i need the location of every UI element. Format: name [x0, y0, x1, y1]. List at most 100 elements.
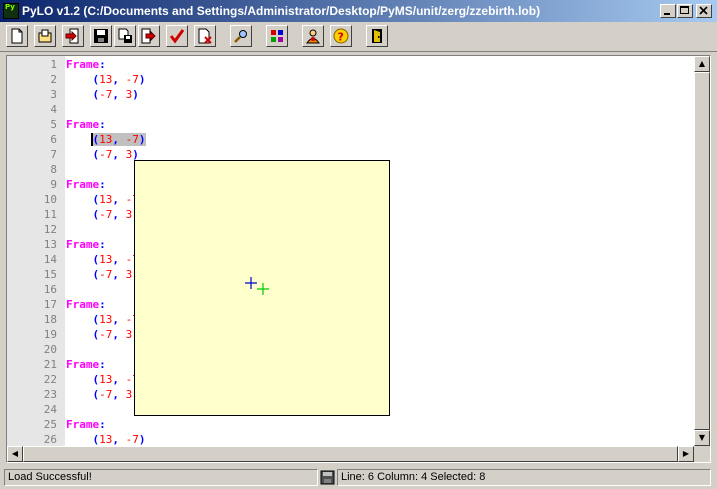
status-message: Load Successful! — [4, 469, 318, 486]
line-number: 23 — [43, 388, 57, 401]
code-token: -7 — [99, 268, 113, 281]
code-token: ) — [132, 88, 139, 101]
code-text: Frame: — [66, 117, 106, 132]
new-icon — [11, 28, 23, 44]
maximize-button[interactable] — [677, 4, 693, 18]
code-token: Frame — [66, 238, 100, 251]
line-number: 7 — [50, 148, 57, 161]
check-icon — [169, 29, 185, 44]
line-number: 21 — [43, 358, 57, 371]
code-token: , — [112, 433, 126, 446]
code-token: -7 — [125, 133, 139, 146]
maximize-icon — [680, 6, 689, 14]
horizontal-scroll-thumb[interactable] — [23, 446, 678, 462]
overlay-markers — [245, 277, 269, 295]
help-people-button[interactable] — [302, 25, 324, 47]
close-button[interactable] — [696, 4, 712, 18]
help-button[interactable]: ? — [330, 25, 352, 47]
code-token: ( — [66, 313, 100, 326]
code-text: (-7, 3) — [66, 387, 138, 402]
code-token: 13 — [99, 253, 113, 266]
line-number: 20 — [43, 343, 57, 356]
arrow-right-icon: ▶ — [682, 449, 690, 458]
code-token: , — [112, 328, 126, 341]
scrollbar-corner — [694, 446, 710, 462]
code-token: : — [99, 118, 106, 131]
save-as-button[interactable] — [114, 25, 136, 47]
code-text: Frame: — [66, 237, 106, 252]
line-number: 15 — [43, 268, 57, 281]
cursor-position-status: Line: 6 Column: 4 Selected: 8 — [337, 469, 711, 486]
close-file-button[interactable] — [194, 25, 216, 47]
color-grid-icon — [271, 30, 283, 42]
code-text: Frame: — [66, 177, 106, 192]
find-button[interactable] — [230, 25, 252, 47]
code-text: (-7, 3) — [66, 207, 138, 222]
code-token: ( — [66, 193, 100, 206]
export-button[interactable] — [138, 25, 160, 47]
open-icon — [38, 29, 52, 43]
line-number: 16 — [43, 283, 57, 296]
code-token: Frame — [66, 58, 100, 71]
line-number: 26 — [43, 433, 57, 446]
code-token: ( — [66, 388, 100, 401]
code-token: , — [112, 148, 126, 161]
line-number: 1 — [50, 58, 57, 71]
code-token: ) — [138, 433, 146, 446]
code-token: , — [112, 313, 126, 326]
code-text: (-7, 3) — [66, 267, 138, 282]
export-icon — [141, 28, 156, 44]
check-button[interactable] — [166, 25, 188, 47]
minimize-button[interactable] — [660, 4, 676, 18]
new-button[interactable] — [6, 25, 28, 47]
scroll-up-button[interactable]: ▲ — [694, 56, 710, 72]
code-token: ( — [66, 373, 100, 386]
code-token: ( — [90, 133, 100, 146]
save-as-icon — [118, 28, 132, 43]
app-icon[interactable]: Py — [3, 3, 19, 19]
save-button[interactable] — [90, 25, 112, 47]
arrow-left-icon: ◀ — [11, 449, 19, 458]
code-token: , — [112, 73, 126, 86]
vertical-scrollbar[interactable]: ▲ ▼ — [694, 56, 710, 446]
code-text: (-7, 3) — [66, 87, 139, 102]
code-token: 13 — [99, 373, 113, 386]
vertical-scroll-thumb[interactable] — [694, 72, 710, 430]
code-text: (13, -7) — [66, 72, 146, 87]
code-token: ) — [138, 73, 146, 86]
code-line: 6 (13, -7) — [7, 132, 707, 147]
code-token: ( — [66, 328, 100, 341]
code-text: Frame: — [66, 417, 106, 432]
code-token: ( — [66, 73, 100, 86]
window-title: PyLO v1.2 (C:/Documents and Settings/Adm… — [22, 4, 541, 18]
app-icon-text: Py — [5, 3, 15, 11]
save-icon — [94, 29, 108, 43]
line-number: 18 — [43, 313, 57, 326]
exit-button[interactable] — [366, 25, 388, 47]
toolbar: ? — [0, 22, 717, 52]
code-token: Frame — [66, 358, 100, 371]
line-number: 10 — [43, 193, 57, 206]
code-text: (-7, 3) — [66, 327, 138, 342]
code-token: 13 — [99, 433, 113, 446]
origin-marker — [245, 277, 257, 289]
scroll-down-button[interactable]: ▼ — [694, 430, 710, 446]
code-token: 13 — [99, 313, 113, 326]
line-number: 8 — [50, 163, 57, 176]
import-button[interactable] — [62, 25, 84, 47]
svg-text:?: ? — [338, 31, 344, 44]
code-token: -7 — [99, 328, 113, 341]
open-button[interactable] — [34, 25, 56, 47]
overlay-preview-panel — [134, 160, 390, 416]
code-line: 26 (13, -7) — [7, 432, 707, 447]
scroll-right-button[interactable]: ▶ — [678, 446, 694, 462]
line-number: 11 — [43, 208, 57, 221]
code-token: -7 — [99, 208, 113, 221]
scroll-left-button[interactable]: ◀ — [7, 446, 23, 462]
arrow-up-icon: ▲ — [698, 59, 706, 68]
code-token: , — [112, 208, 126, 221]
line-number: 4 — [50, 103, 57, 116]
horizontal-scrollbar[interactable]: ◀ ▶ — [7, 446, 694, 462]
code-token: -7 — [125, 433, 139, 446]
color-grid-button[interactable] — [266, 25, 288, 47]
